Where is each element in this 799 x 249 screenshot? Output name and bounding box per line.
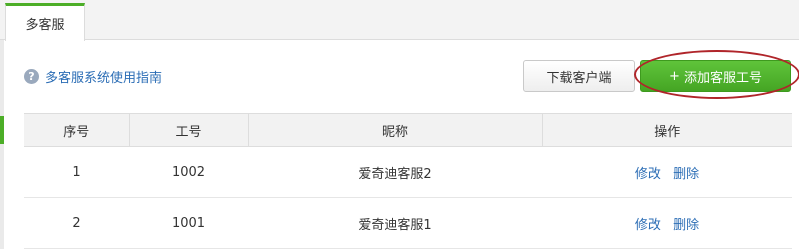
table-header-row: 序号 工号 昵称 操作 xyxy=(24,113,792,147)
staff-table: 序号 工号 昵称 操作 1 1002 爱奇迪客服2 修改 删除 2 1001 爱… xyxy=(24,113,792,249)
delete-link[interactable]: 删除 xyxy=(673,218,699,233)
row-nickname: 爱奇迪客服2 xyxy=(248,146,542,198)
row-id: 1002 xyxy=(129,146,248,198)
row-actions: 修改 删除 xyxy=(542,197,792,249)
header-index: 序号 xyxy=(24,113,129,147)
left-edge xyxy=(0,40,4,249)
row-index: 1 xyxy=(24,146,129,198)
plus-icon: + xyxy=(669,68,680,84)
download-client-button[interactable]: 下载客户端 xyxy=(523,60,635,92)
tab-label: 多客服 xyxy=(25,18,65,33)
table-row: 1 1002 爱奇迪客服2 修改 删除 xyxy=(24,146,792,198)
add-staff-label: 添加客服工号 xyxy=(683,70,762,86)
header-nickname: 昵称 xyxy=(247,113,542,147)
edit-link[interactable]: 修改 xyxy=(635,167,661,182)
row-actions: 修改 删除 xyxy=(542,146,792,198)
row-id: 1001 xyxy=(129,197,248,249)
download-client-label: 下载客户端 xyxy=(546,70,612,86)
tab-bar: 多客服 xyxy=(0,0,799,41)
left-edge-indicator xyxy=(0,116,4,144)
delete-link[interactable]: 删除 xyxy=(673,167,699,182)
table-row: 2 1001 爱奇迪客服1 修改 删除 xyxy=(24,197,792,249)
tab-multi-service[interactable]: 多客服 xyxy=(5,3,85,41)
header-id: 工号 xyxy=(128,113,248,147)
help-circle-icon: ? xyxy=(24,68,39,84)
row-nickname: 爱奇迪客服1 xyxy=(248,197,542,249)
guide-link-label: 多客服系统使用指南 xyxy=(45,70,163,86)
edit-link[interactable]: 修改 xyxy=(635,218,661,233)
guide-link[interactable]: ? 多客服系统使用指南 xyxy=(24,67,163,86)
add-staff-button[interactable]: + 添加客服工号 xyxy=(640,60,791,92)
row-index: 2 xyxy=(24,197,129,249)
header-actions: 操作 xyxy=(541,113,792,147)
